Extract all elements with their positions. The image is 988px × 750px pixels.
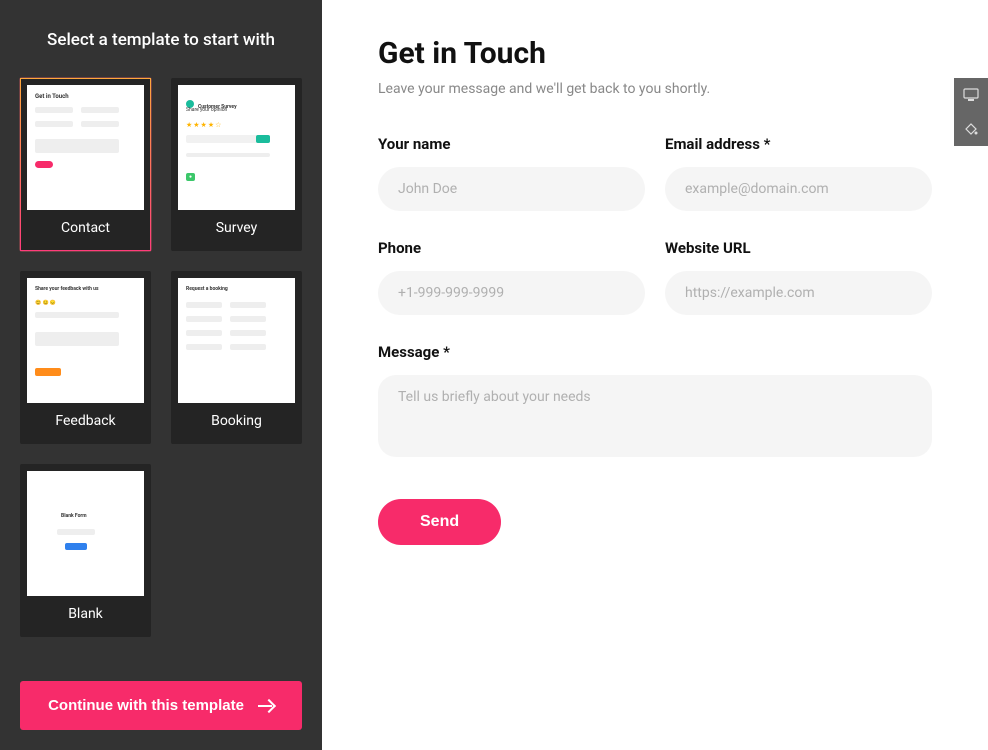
message-label: Message * [378, 343, 932, 361]
template-label: Contact [61, 220, 110, 236]
preview-title: Request a booking [186, 286, 228, 292]
send-button[interactable]: Send [378, 499, 501, 545]
name-label: Your name [378, 135, 645, 153]
template-card-blank[interactable]: Blank Form Blank [20, 464, 151, 637]
template-preview-survey: Customer Survey Share your opinion ★★★★☆… [178, 85, 295, 210]
name-input[interactable] [378, 167, 645, 211]
preview-sub: Share your opinion [186, 107, 227, 113]
template-card-feedback[interactable]: Share your feedback with us 😊 😐 😞 Feedba… [20, 271, 151, 444]
template-card-contact[interactable]: Get in Touch Contact [20, 78, 151, 251]
template-label: Feedback [55, 413, 115, 429]
phone-label: Phone [378, 239, 645, 257]
continue-button[interactable]: Continue with this template [20, 681, 302, 730]
website-input[interactable] [665, 271, 932, 315]
template-card-survey[interactable]: Customer Survey Share your opinion ★★★★☆… [171, 78, 302, 251]
template-label: Blank [68, 606, 103, 622]
right-rail [954, 78, 988, 146]
form-subtitle: Leave your message and we'll get back to… [378, 81, 932, 97]
paint-bucket-icon[interactable] [954, 112, 988, 146]
email-input[interactable] [665, 167, 932, 211]
template-preview-contact: Get in Touch [27, 85, 144, 210]
template-label: Booking [211, 413, 262, 429]
preview-title: Blank Form [61, 513, 87, 519]
template-preview-blank: Blank Form [27, 471, 144, 596]
template-preview-booking: Request a booking [178, 278, 295, 403]
form-title: Get in Touch [378, 36, 932, 71]
sidebar-title: Select a template to start with [20, 30, 302, 50]
template-sidebar: Select a template to start with Get in T… [0, 0, 322, 750]
preview-title: Get in Touch [35, 93, 69, 100]
arrow-right-icon [258, 700, 274, 712]
template-label: Survey [216, 220, 258, 236]
template-grid: Get in Touch Contact Customer Survey Sha… [20, 78, 302, 637]
template-preview-feedback: Share your feedback with us 😊 😐 😞 [27, 278, 144, 403]
email-label: Email address * [665, 135, 932, 153]
website-label: Website URL [665, 239, 932, 257]
message-input[interactable] [378, 375, 932, 457]
template-card-booking[interactable]: Request a booking Booking [171, 271, 302, 444]
desktop-view-icon[interactable] [954, 78, 988, 112]
preview-title: Share your feedback with us [35, 286, 99, 292]
phone-input[interactable] [378, 271, 645, 315]
continue-label: Continue with this template [48, 697, 244, 714]
form-preview-area: Get in Touch Leave your message and we'l… [322, 0, 988, 750]
